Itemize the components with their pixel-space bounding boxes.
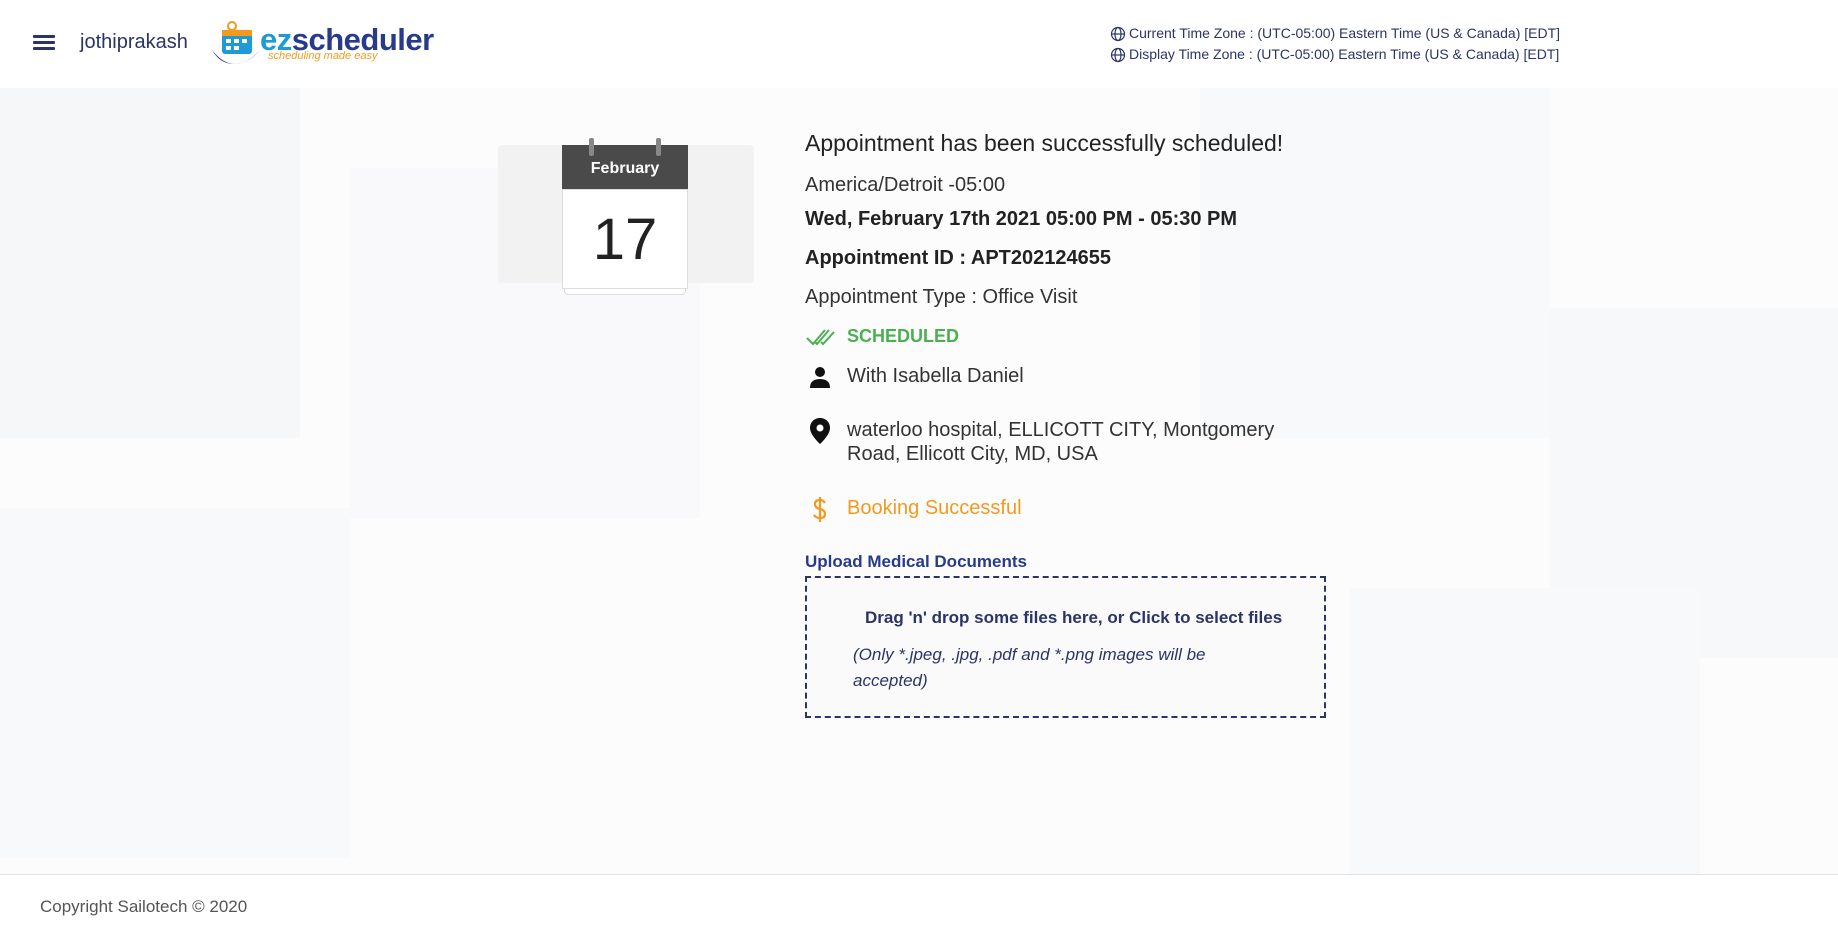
globe-icon xyxy=(1110,26,1126,41)
logo-tagline: scheduling made easy xyxy=(268,50,378,62)
location-row: waterloo hospital, ELLICOTT CITY, Montgo… xyxy=(805,418,1287,466)
timezone-info: Current Time Zone : (UTC-05:00) Eastern … xyxy=(1110,23,1560,65)
provider-row: With Isabella Daniel xyxy=(805,365,1024,391)
menu-icon[interactable] xyxy=(30,32,58,56)
dropzone-file-types: (Only *.jpeg, .jpg, .pdf and *.png image… xyxy=(853,645,1206,690)
provider-name: With Isabella Daniel xyxy=(847,365,1024,387)
payment-row: Booking Successful xyxy=(805,497,1022,523)
status-badge: SCHEDULED xyxy=(847,326,960,346)
dropzone-instructions: Drag 'n' drop some files here, or Click … xyxy=(865,608,1283,627)
username[interactable]: jothiprakash xyxy=(80,31,188,54)
background-pattern xyxy=(0,88,1838,874)
footer: Copyright Sailotech © 2020 xyxy=(0,874,1838,938)
person-icon xyxy=(805,365,835,391)
current-timezone-text: Current Time Zone : (UTC-05:00) Eastern … xyxy=(1129,25,1561,41)
logo-calendar-icon xyxy=(212,21,260,64)
upload-documents-link[interactable]: Upload Medical Documents xyxy=(805,552,1027,572)
globe-icon xyxy=(1110,47,1126,62)
appointment-type: Appointment Type : Office Visit xyxy=(805,286,1078,308)
double-check-icon xyxy=(805,326,835,352)
location-address: waterloo hospital, ELLICOTT CITY, Montgo… xyxy=(847,419,1275,465)
calendar-month: February xyxy=(562,145,688,189)
current-timezone: Current Time Zone : (UTC-05:00) Eastern … xyxy=(1110,23,1560,44)
dollar-icon xyxy=(805,497,835,523)
calendar-widget: February 17 xyxy=(562,138,688,295)
success-title: Appointment has been successfully schedu… xyxy=(805,130,1284,156)
appointment-id: Appointment ID : APT202124655 xyxy=(805,247,1112,269)
calendar-ring xyxy=(589,138,594,156)
display-timezone-text: Display Time Zone : (UTC-05:00) Eastern … xyxy=(1129,46,1560,62)
appointment-timezone: America/Detroit -05:00 xyxy=(805,174,1006,196)
display-timezone: Display Time Zone : (UTC-05:00) Eastern … xyxy=(1110,44,1560,65)
appointment-datetime: Wed, February 17th 2021 05:00 PM - 05:30… xyxy=(805,208,1238,230)
calendar-ring xyxy=(656,138,661,156)
file-dropzone[interactable]: Drag 'n' drop some files here, or Click … xyxy=(805,576,1326,718)
map-pin-icon xyxy=(805,418,835,444)
top-header: jothiprakash ezscheduler scheduling made… xyxy=(0,0,1838,88)
status-row: SCHEDULED xyxy=(805,326,959,352)
payment-status: Booking Successful xyxy=(847,497,1022,519)
copyright-text: Copyright Sailotech © 2020 xyxy=(40,897,248,916)
calendar-day: 17 xyxy=(562,189,688,289)
ezscheduler-logo[interactable]: ezscheduler scheduling made easy xyxy=(208,18,434,70)
